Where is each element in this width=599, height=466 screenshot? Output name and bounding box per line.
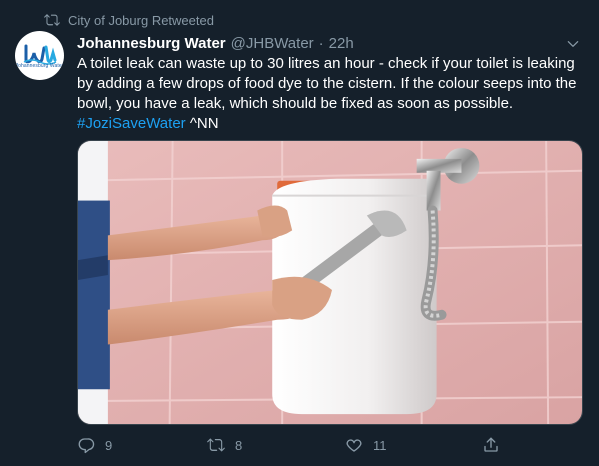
tweet-signature: ^NN [189,115,219,132]
retweet-icon [44,14,60,26]
reply-count: 9 [105,437,113,453]
author-name[interactable]: Johannesburg Water [77,35,226,52]
retweet-count: 8 [235,437,243,453]
timestamp[interactable]: 22h [329,35,354,52]
like-count: 11 [373,437,387,453]
hashtag-link[interactable]: #JoziSaveWater [77,115,186,132]
tweet-text-main: A toilet leak can waste up to 30 litres … [77,55,577,112]
avatar-logo-text: Johannesburg Water [15,62,64,69]
tweet-image[interactable] [77,140,583,425]
tweet-header: Johannesburg Water @JHBWater · 22h [77,33,354,53]
share-button[interactable] [482,436,500,454]
tweet-card[interactable]: City of Joburg Retweeted Johannesburg Wa… [0,0,599,466]
tweet-text: A toilet leak can waste up to 30 litres … [77,54,577,134]
chevron-down-icon [567,41,579,47]
heart-icon [346,439,362,452]
plumber-toilet-cistern-photo [78,141,582,424]
avatar[interactable]: Johannesburg Water [15,31,64,80]
retweet-icon [207,438,225,452]
retweet-context: City of Joburg Retweeted [44,11,214,29]
separator: · [318,34,324,52]
author-handle[interactable]: @JHBWater [231,35,314,52]
retweet-context-label[interactable]: City of Joburg Retweeted [68,13,214,28]
share-icon [484,437,498,452]
more-options-button[interactable] [565,36,581,52]
reply-button[interactable]: 9 [77,436,112,454]
tweet-actions: 9 8 11 [77,433,507,457]
reply-icon [78,438,95,454]
retweet-button[interactable]: 8 [207,436,242,454]
like-button[interactable]: 11 [345,436,387,454]
johannesburg-water-logo [23,44,56,65]
